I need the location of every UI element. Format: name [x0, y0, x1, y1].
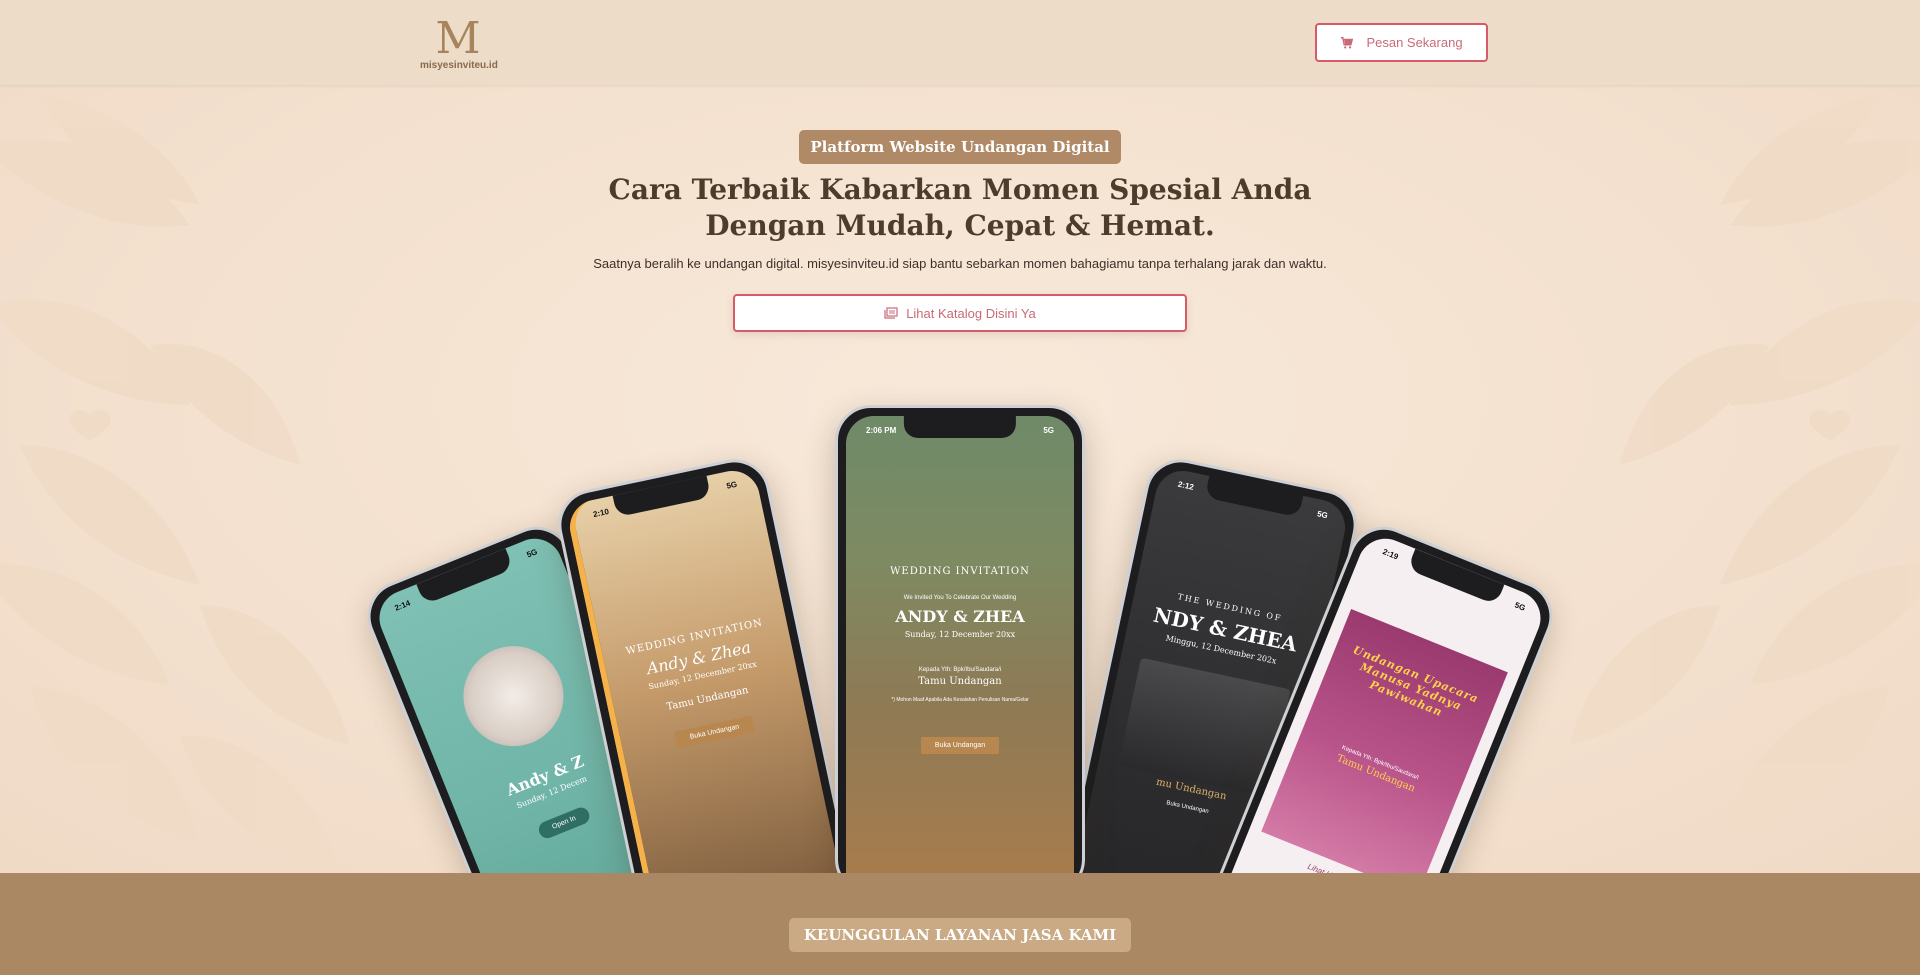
headline-line-1: Cara Terbaik Kabarkan Momen Spesial Anda [608, 173, 1312, 206]
phone-guest: Tamu Undangan [918, 676, 1002, 687]
phone-note: *) Mohon Maaf Apabila Ada Kesalahan Penu… [891, 697, 1029, 703]
phone-title: Undangan Upacara Manusa Yadnya Pawiwahan [1351, 643, 1481, 720]
features-heading: KEUNGGULAN LAYANAN JASA KAMI [789, 918, 1131, 952]
view-catalog-button[interactable]: Lihat Katalog Disini Ya [733, 294, 1187, 332]
phone-guest: Tamu Undangan [1334, 753, 1417, 795]
floral-ornament-left [0, 95, 350, 873]
hero-badge: Platform Website Undangan Digital [799, 130, 1121, 164]
phone-invite-line: We Invited You To Celebrate Our Wedding [903, 595, 1017, 601]
phone-mockup-center: 2:06 PM 5G WEDDING INVITATION We Invited … [835, 405, 1085, 873]
view-catalog-label: Lihat Katalog Disini Ya [906, 305, 1036, 321]
open-invitation-button: Open In [536, 805, 592, 841]
headline-line-2: Dengan Mudah, Cepat & Hemat. [705, 209, 1215, 242]
site-header: M misyesinviteu.id Pesan Sekarang [0, 0, 1920, 85]
hero-headline: Cara Terbaik Kabarkan Momen Spesial Anda… [560, 172, 1360, 244]
hero-subtext: Saatnya beralih ke undangan digital. mis… [593, 256, 1327, 271]
phone-screen: 2:06 PM 5G WEDDING INVITATION We Invited … [846, 416, 1074, 873]
phone-date: Sunday, 12 December 20xx [904, 630, 1016, 639]
catalog-icon [884, 307, 898, 319]
order-now-label: Pesan Sekarang [1366, 35, 1463, 50]
logo-mark: M [435, 13, 480, 64]
open-invitation-button: Buka Undangan [920, 737, 1000, 754]
open-invitation-button: Buka Undangan [674, 715, 755, 749]
order-now-button[interactable]: Pesan Sekarang [1315, 23, 1488, 62]
couple-photo [447, 631, 579, 762]
phone-title: WEDDING INVITATION [890, 566, 1030, 577]
logo[interactable]: M misyesinviteu.id [420, 13, 498, 72]
phone-guest: Tamu Undangan [665, 684, 750, 713]
phone-to-line: Kepada Yth: Bpk/Ibu/Saudara/i [1340, 744, 1420, 782]
status-bar: 2:06 PM 5G [866, 426, 1054, 435]
phone-to-line: Kepada Yth: Bpk/Ibu/Saudara/i [918, 667, 1002, 673]
floral-ornament-right [1570, 95, 1920, 845]
cart-icon [1341, 36, 1354, 49]
phone-couple-names: ANDY & ZHEA [895, 607, 1025, 626]
logo-text: misyesinviteu.id [420, 60, 498, 71]
